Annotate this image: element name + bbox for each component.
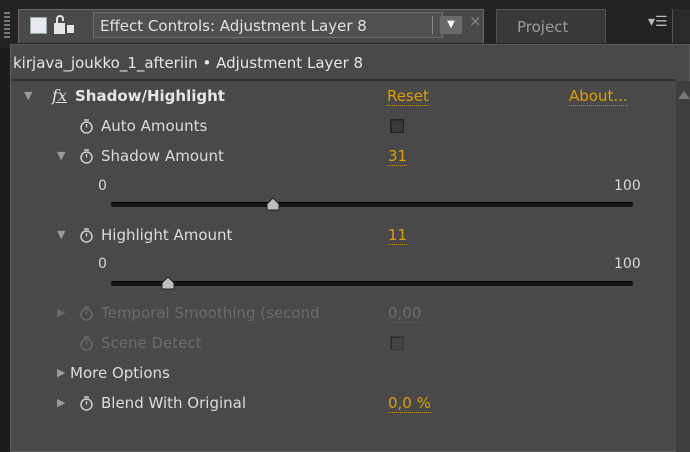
stopwatch-icon[interactable]: [79, 396, 94, 411]
reset-link[interactable]: Reset: [387, 87, 429, 106]
shadow-amount-value[interactable]: 31: [388, 147, 408, 166]
expand-triangle-down-icon[interactable]: ▼: [57, 143, 65, 169]
tab-title-text: Effect Controls: Adjustment Layer 8: [100, 17, 367, 35]
expand-triangle-down-icon[interactable]: ▼: [57, 222, 65, 248]
more-options-row[interactable]: ▶ More Options: [11, 360, 671, 386]
temporal-smoothing-row: ▶ Temporal Smoothing (second 0,00: [11, 300, 671, 326]
shadow-slider-track[interactable]: [111, 202, 633, 207]
tab-project[interactable]: Project: [496, 9, 606, 43]
about-link[interactable]: About...: [569, 87, 628, 106]
stopwatch-icon[interactable]: [79, 149, 94, 164]
tab-project-label: Project: [517, 18, 569, 36]
effect-controls-panel: kirjava_joukko_1_afteriin • Adjustment L…: [10, 44, 690, 452]
highlight-slider-track[interactable]: [111, 281, 633, 286]
scene-detect-label: Scene Detect: [101, 334, 202, 352]
highlight-amount-label: Highlight Amount: [101, 226, 233, 244]
stopwatch-icon: [80, 336, 93, 351]
close-tab-icon[interactable]: ×: [469, 12, 482, 30]
auto-amounts-checkbox[interactable]: [390, 119, 404, 133]
stopwatch-icon[interactable]: [79, 119, 94, 134]
highlight-slider-min: 0: [98, 256, 107, 272]
next-panel-tab-edge[interactable]: [672, 9, 690, 43]
tab-grip-handle[interactable]: [4, 12, 10, 40]
stopwatch-icon[interactable]: [79, 228, 94, 243]
auto-amounts-label: Auto Amounts: [101, 117, 208, 135]
layer-dropdown-arrow-icon[interactable]: ▼: [440, 16, 462, 34]
panel-menu-icon[interactable]: ▾☰: [648, 14, 668, 30]
shadow-slider-max: 100: [614, 178, 641, 194]
shadow-slider-thumb[interactable]: [266, 197, 280, 211]
highlight-slider-max: 100: [614, 256, 641, 272]
expand-triangle-down-icon[interactable]: ▼: [24, 83, 32, 109]
temporal-smoothing-label: Temporal Smoothing (second: [101, 304, 320, 322]
more-options-label: More Options: [70, 364, 170, 382]
layer-path: kirjava_joukko_1_afteriin • Adjustment L…: [13, 54, 364, 72]
stopwatch-icon: [80, 306, 93, 321]
highlight-amount-value[interactable]: 11: [388, 226, 408, 245]
panel-tab-bar: Effect Controls: Adjustment Layer 8 ▼ × …: [0, 0, 690, 48]
auto-amounts-row: Auto Amounts: [11, 113, 671, 139]
tab-separator: [432, 16, 433, 34]
blend-with-original-label: Blend With Original: [101, 394, 247, 412]
blend-with-original-row: ▶ Blend With Original 0,0 %: [11, 390, 671, 416]
header-divider: [11, 79, 676, 81]
effect-name: Shadow/Highlight: [75, 87, 225, 105]
vertical-scrollbar[interactable]: [676, 81, 690, 452]
highlight-slider-thumb[interactable]: [161, 276, 175, 290]
scene-detect-checkbox: [390, 336, 404, 350]
shadow-slider-min: 0: [98, 178, 107, 194]
expand-triangle-right-icon[interactable]: ▶: [57, 360, 65, 386]
scroll-up-arrow-icon[interactable]: [678, 91, 690, 99]
blend-with-original-value[interactable]: 0,0 %: [388, 394, 431, 413]
fx-toggle[interactable]: fx: [52, 83, 67, 109]
expand-triangle-right-icon[interactable]: ▶: [57, 390, 65, 416]
scene-detect-row: Scene Detect: [11, 330, 671, 356]
layer-color-icon: [30, 17, 47, 34]
expand-triangle-right-icon[interactable]: ▶: [57, 300, 65, 326]
tab-title-field[interactable]: Effect Controls: Adjustment Layer 8: [93, 12, 443, 38]
shadow-amount-label: Shadow Amount: [101, 147, 224, 165]
shadow-amount-row: ▼ Shadow Amount 31: [11, 143, 671, 169]
highlight-amount-row: ▼ Highlight Amount 11: [11, 222, 671, 248]
lock-icon[interactable]: [53, 14, 75, 36]
effect-header-row: ▼ fx Shadow/Highlight Reset About...: [11, 83, 671, 109]
temporal-smoothing-value: 0,00: [388, 304, 422, 323]
